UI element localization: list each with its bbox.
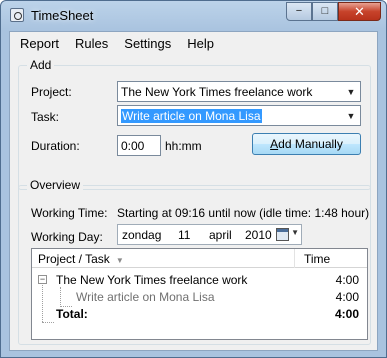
date-month[interactable]: april [209, 228, 232, 242]
project-value: The New York Times freelance work [121, 84, 313, 99]
caption-buttons: − □ ✕ [286, 2, 381, 21]
task-name: Write article on Mona Lisa [76, 290, 215, 304]
task-label: Task: [31, 110, 60, 124]
add-group: Add Project: The New York Times freelanc… [18, 58, 371, 190]
working-time-label: Working Time: [31, 206, 108, 220]
add-manually-label: Add Manually [270, 137, 343, 151]
menu-rules[interactable]: Rules [75, 36, 108, 51]
title-bar[interactable]: TimeSheet − □ ✕ [1, 1, 386, 31]
project-time: 4:00 [335, 273, 359, 287]
tree-row-project[interactable]: − The New York Times freelance work 4:00 [32, 272, 367, 288]
column-project-task-label: Project / Task [38, 252, 110, 266]
tree-header: Project / Task ▼ Time [32, 249, 367, 268]
window-title: TimeSheet [31, 8, 94, 23]
date-day[interactable]: 11 [178, 228, 190, 242]
menu-report[interactable]: Report [20, 36, 59, 51]
task-combo[interactable]: Write article on Mona Lisa ▼ [117, 105, 361, 126]
task-value: Write article on Mona Lisa [121, 108, 262, 123]
column-project-task[interactable]: Project / Task ▼ [38, 252, 124, 266]
add-manually-button[interactable]: Add Manually [252, 133, 361, 155]
column-separator[interactable] [294, 249, 295, 268]
maximize-icon: □ [321, 5, 329, 17]
task-time: 4:00 [335, 290, 359, 304]
collapse-icon[interactable]: − [38, 275, 47, 284]
overview-group-label: Overview [27, 178, 84, 192]
client-area: Report Rules Settings Help Add Project: … [9, 31, 378, 351]
duration-label: Duration: [31, 139, 80, 153]
timesheet-tree[interactable]: Project / Task ▼ Time − The New York Time… [31, 248, 368, 340]
project-combo[interactable]: The New York Times freelance work ▼ [117, 81, 361, 102]
app-window: TimeSheet − □ ✕ Report Rules Settings He… [0, 0, 387, 358]
tree-row-task[interactable]: Write article on Mona Lisa 4:00 [32, 289, 367, 305]
timesheet-app-icon[interactable] [10, 8, 24, 22]
menu-help[interactable]: Help [187, 36, 214, 51]
project-name: The New York Times freelance work [56, 273, 248, 287]
close-icon: ✕ [354, 4, 365, 19]
menu-settings[interactable]: Settings [124, 36, 171, 51]
minimize-button[interactable]: − [286, 2, 312, 21]
duration-value: 0:00 [121, 138, 145, 153]
close-button[interactable]: ✕ [338, 2, 381, 21]
project-label: Project: [31, 85, 72, 99]
chevron-down-icon[interactable]: ▼ [345, 86, 357, 98]
column-time[interactable]: Time [304, 252, 330, 266]
tree-connector [42, 322, 54, 323]
working-time-value: Starting at 09:16 until now (idle time: … [117, 206, 370, 220]
date-weekday[interactable]: zondag [122, 228, 161, 242]
add-manually-mnemonic: A [270, 137, 279, 151]
overview-group: Overview Working Time: Starting at 09:16… [18, 178, 371, 345]
total-label: Total: [56, 307, 88, 321]
chevron-down-icon[interactable]: ▼ [291, 228, 299, 237]
working-day-label: Working Day: [31, 230, 103, 244]
duration-input[interactable]: 0:00 [117, 135, 161, 156]
menu-bar: Report Rules Settings Help [10, 32, 377, 54]
calendar-icon[interactable] [276, 228, 289, 241]
maximize-button[interactable]: □ [312, 2, 338, 21]
chevron-down-icon[interactable]: ▼ [345, 110, 357, 122]
add-group-label: Add [27, 58, 55, 72]
sort-down-icon: ▼ [115, 256, 124, 265]
date-year[interactable]: 2010 [245, 228, 272, 242]
tree-row-total[interactable]: Total: 4:00 [32, 306, 367, 322]
total-time: 4:00 [334, 307, 359, 321]
add-manually-rest: dd Manually [278, 137, 343, 151]
minimize-icon: − [295, 5, 303, 17]
working-day-datepicker[interactable]: zondag 11 april 2010 ▼ [117, 224, 302, 245]
duration-unit: hh:mm [165, 139, 202, 153]
